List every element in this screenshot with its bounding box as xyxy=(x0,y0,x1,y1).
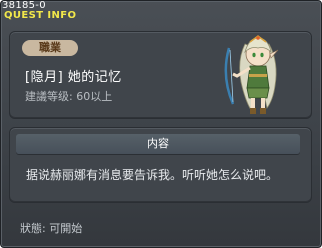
level-requirement: 建議等级: 60以上 xyxy=(25,90,113,103)
window-title: QUEST INFO xyxy=(4,10,77,21)
quest-status: 狀態: 可開始 xyxy=(20,222,83,235)
quest-name: [隐月] 她的记忆 xyxy=(25,70,122,85)
job-badge: 職業 xyxy=(22,40,78,56)
content-header: 内容 xyxy=(16,134,300,154)
npc-portrait-icon xyxy=(224,35,279,114)
content-text: 据说赫丽娜有消息要告诉我。听听她怎么说吧。 xyxy=(26,168,279,182)
